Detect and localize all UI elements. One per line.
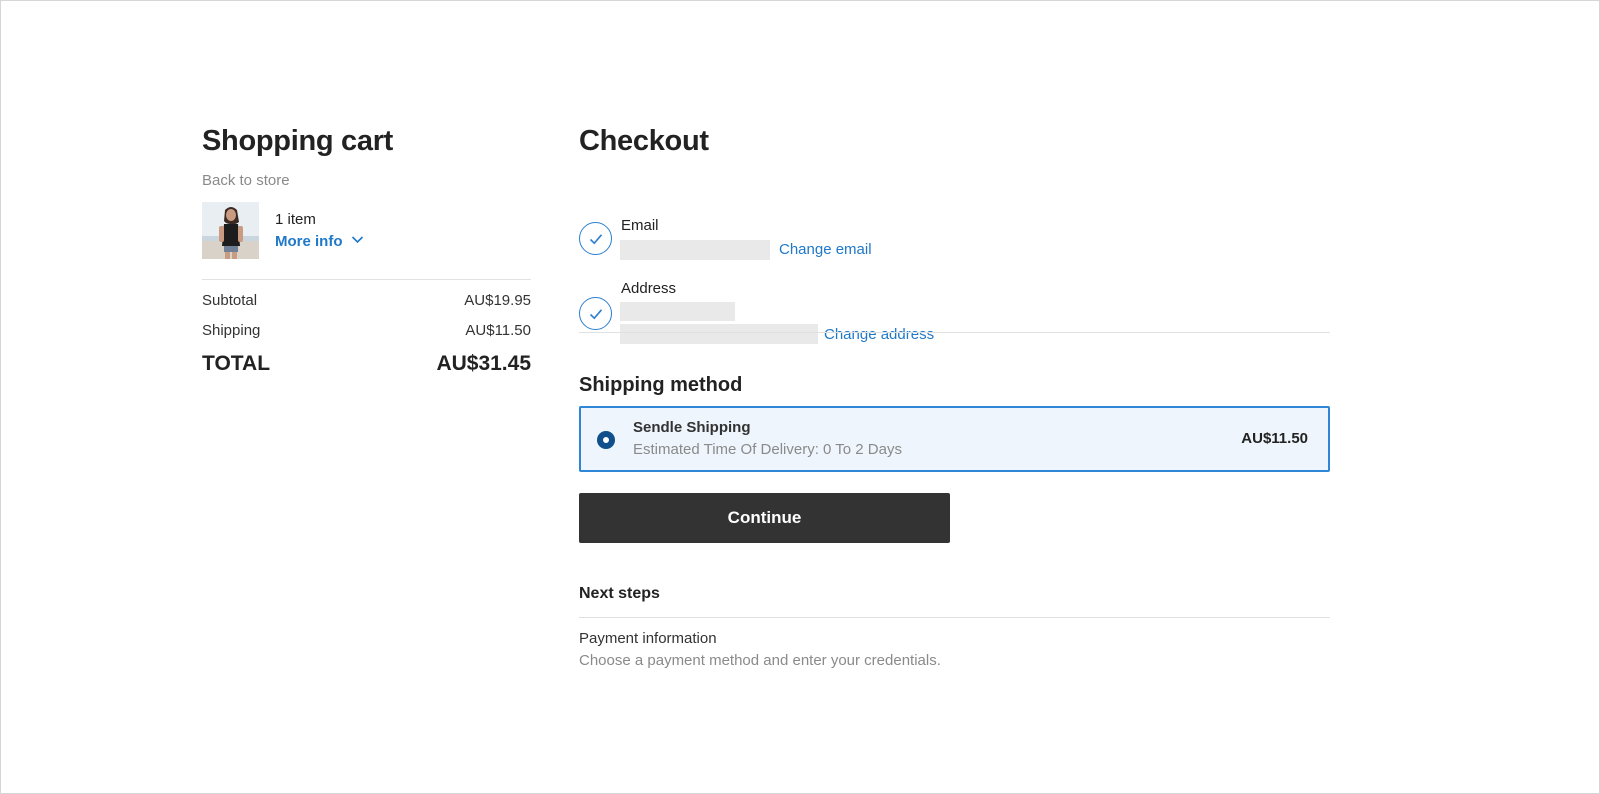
chevron-down-icon (351, 233, 364, 250)
check-circle-icon (579, 222, 612, 255)
back-to-store-link[interactable]: Back to store (202, 172, 531, 189)
shipping-option-name: Sendle Shipping (633, 419, 751, 436)
subtotal-label: Subtotal (202, 292, 258, 309)
shipping-label: Shipping (202, 322, 261, 339)
cart-divider (202, 279, 531, 280)
checkout-panel: Checkout Email Change email Address Chan… (579, 125, 1330, 669)
checkout-divider (579, 332, 1330, 333)
page-frame: Shopping cart Back to store 1 item More … (0, 0, 1600, 794)
address-line-2-redacted (620, 324, 818, 344)
next-steps-divider (579, 617, 1330, 618)
more-info-toggle[interactable]: More info (275, 233, 364, 250)
item-count: 1 item (275, 211, 316, 228)
subtotal-value: AU$19.95 (464, 292, 531, 309)
next-step-title: Payment information (579, 630, 717, 647)
address-label: Address (621, 280, 677, 297)
email-value-redacted (620, 240, 770, 260)
shipping-option-description: Estimated Time Of Delivery: 0 To 2 Days (633, 441, 902, 458)
shipping-option-price: AU$11.50 (1241, 430, 1308, 447)
cart-item-row: 1 item More info (202, 202, 531, 259)
shipping-value: AU$11.50 (465, 322, 531, 339)
product-thumbnail (202, 202, 259, 259)
total-value: AU$31.45 (436, 352, 531, 375)
total-row: TOTAL AU$31.45 (202, 352, 531, 376)
next-steps-heading: Next steps (579, 585, 660, 602)
total-label: TOTAL (202, 352, 271, 375)
continue-button[interactable]: Continue (579, 493, 950, 543)
shopping-cart-panel: Shopping cart Back to store 1 item More … (202, 125, 531, 376)
shipping-option-sendle[interactable]: Sendle Shipping Estimated Time Of Delive… (579, 406, 1330, 472)
address-line-1-redacted (620, 302, 735, 321)
cart-title: Shopping cart (202, 125, 394, 157)
next-step-description: Choose a payment method and enter your c… (579, 652, 941, 669)
more-info-label: More info (275, 233, 343, 250)
shipping-row: Shipping AU$11.50 (202, 322, 531, 339)
change-address-link[interactable]: Change address (824, 326, 934, 343)
email-label: Email (621, 217, 659, 234)
radio-selected-icon[interactable] (597, 431, 615, 449)
checkout-title: Checkout (579, 125, 709, 157)
shipping-method-heading: Shipping method (579, 374, 743, 396)
check-circle-icon (579, 297, 612, 330)
subtotal-row: Subtotal AU$19.95 (202, 292, 531, 309)
change-email-link[interactable]: Change email (779, 241, 872, 258)
